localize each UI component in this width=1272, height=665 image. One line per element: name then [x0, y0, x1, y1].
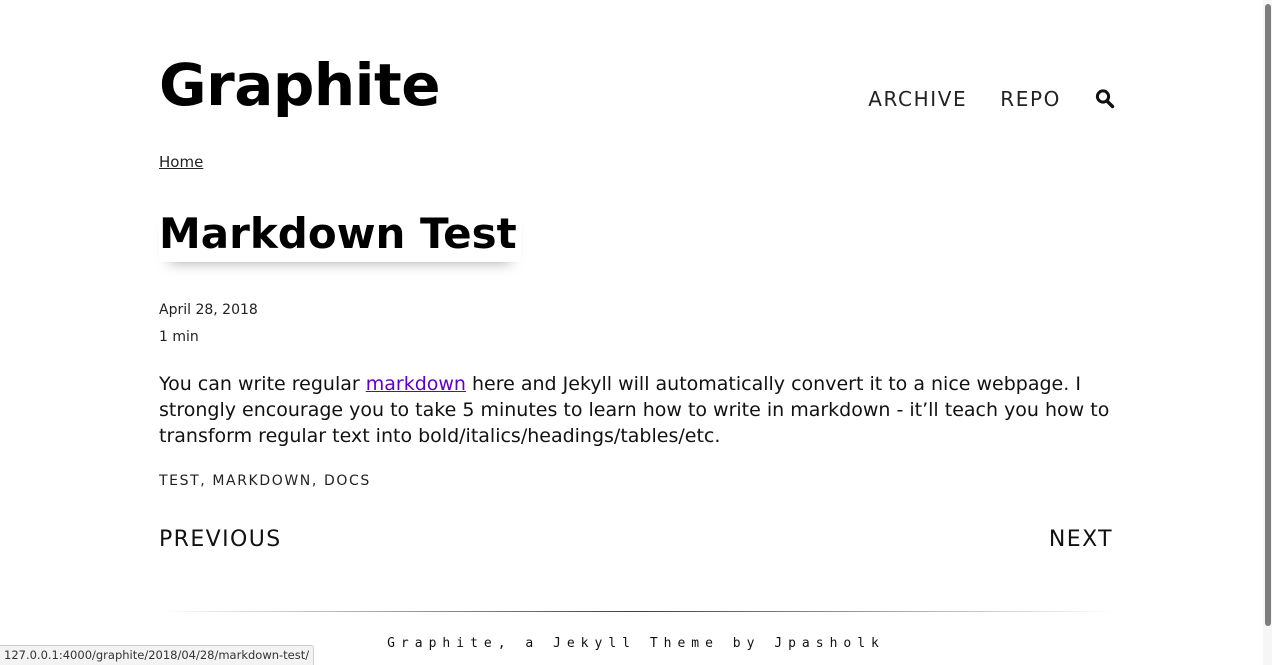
browser-status-bar: 127.0.0.1:4000/graphite/2018/04/28/markd… [0, 645, 315, 665]
tag-separator: , [311, 473, 324, 489]
post-tags: TEST, MARKDOWN, DOCS [159, 473, 371, 489]
search-icon [1095, 89, 1115, 109]
search-button[interactable] [1095, 88, 1115, 110]
previous-post-link[interactable]: PREVIOUS [159, 527, 282, 552]
page: Graphite ARCHIVE REPO Home Markdown Test… [0, 0, 1272, 665]
vertical-scrollbar[interactable] [1263, 0, 1272, 665]
post-body-text-start: You can write regular [159, 373, 366, 395]
next-post-link[interactable]: NEXT [1049, 527, 1113, 552]
post-read-time: 1 min [159, 329, 199, 345]
tag-markdown[interactable]: MARKDOWN [212, 473, 311, 489]
post-body: You can write regular markdown here and … [159, 371, 1119, 449]
tag-docs[interactable]: DOCS [324, 473, 371, 489]
scrollbar-thumb[interactable] [1265, 4, 1271, 626]
markdown-link[interactable]: markdown [366, 373, 466, 395]
breadcrumb-home-link[interactable]: Home [159, 153, 203, 171]
nav-archive-link[interactable]: ARCHIVE [868, 86, 967, 112]
nav-repo-link[interactable]: REPO [1000, 86, 1061, 112]
post-date: April 28, 2018 [159, 302, 258, 318]
main-nav: ARCHIVE REPO [835, 86, 1115, 112]
tag-separator: , [200, 473, 213, 489]
site-title[interactable]: Graphite [159, 52, 441, 118]
post-title: Markdown Test [159, 206, 521, 262]
tag-test[interactable]: TEST [159, 473, 200, 489]
footer-divider [159, 611, 1114, 612]
